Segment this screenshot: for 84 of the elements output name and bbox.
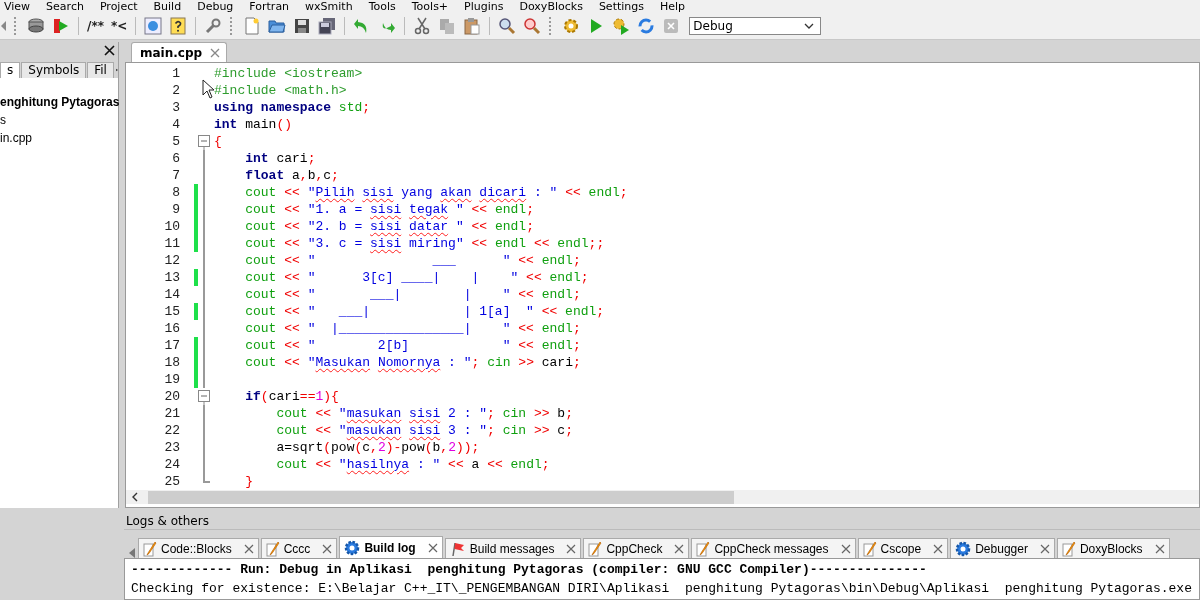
- menu-item[interactable]: DoxyBlocks: [519, 0, 583, 13]
- tree-item[interactable]: s: [0, 112, 6, 128]
- menu-item[interactable]: Project: [99, 0, 138, 13]
- line-number: 10: [163, 219, 180, 234]
- code-line: cout << "3. c = sisi miring" << endl << endl;;: [244, 235, 605, 252]
- menu-item[interactable]: Help: [660, 0, 686, 13]
- menu-item[interactable]: Build: [153, 0, 182, 13]
- line-number: 11: [163, 236, 180, 251]
- code-line: #include <iostream>: [214, 65, 363, 82]
- menu-item[interactable]: Search: [46, 0, 84, 13]
- line-number: 5: [171, 134, 180, 149]
- code-line: using namespace std;: [214, 99, 371, 116]
- code-line: cout << " ___| | 1[a] " << endl;: [244, 303, 605, 320]
- code-line: cout << "1. a = sisi tegak " << endl;: [244, 201, 534, 218]
- comment-button[interactable]: *<: [108, 15, 130, 37]
- log-line: Checking for existence: E:\Belajar C++_IT\_PENGEMBANGAN DIRI\Aplikasi penghitung Pytagoras\bin\Debug\Aplikasi penghitung Pytagoras.exe: [131, 581, 1193, 596]
- panel-title: Logs & others: [126, 514, 209, 528]
- code-line: a=sqrt(pow(c,2)-pow(b,2));: [275, 439, 480, 456]
- comment-button[interactable]: /**: [85, 15, 106, 37]
- log-tab[interactable]: Debugger: [950, 538, 1055, 558]
- line-number: 13: [163, 270, 180, 285]
- panel-tab[interactable]: Fil: [87, 62, 114, 78]
- log-tab[interactable]: Cscope: [857, 538, 949, 558]
- line-number: 2: [171, 83, 180, 98]
- code-line: }: [244, 473, 253, 490]
- menu-item[interactable]: View: [4, 0, 31, 13]
- line-number: 15: [163, 304, 180, 319]
- code-line: cout << " 3[c] ____| | " << endl;: [244, 269, 589, 286]
- menu-item[interactable]: Plugins: [464, 0, 504, 13]
- log-line: ------------- Run: Debug in Aplikasi penghitung Pytagoras (compiler: GNU GCC Compiler)---------------: [131, 562, 928, 577]
- line-number: 12: [163, 253, 180, 268]
- code-line: if(cari==1){: [244, 388, 339, 405]
- line-number: 22: [163, 423, 180, 438]
- log-tab[interactable]: Cccc: [260, 538, 338, 558]
- line-number: 3: [171, 100, 180, 115]
- code-line: float a,b,c;: [244, 167, 339, 184]
- line-number: 25: [163, 474, 180, 489]
- log-tab[interactable]: CppCheck: [583, 538, 690, 558]
- code-line: cout << "masukan sisi 2 : "; cin >> b;: [275, 405, 573, 422]
- log-tab[interactable]: Build messages: [444, 538, 582, 558]
- line-number: 14: [163, 287, 180, 302]
- menu-item[interactable]: Fortran: [249, 0, 290, 13]
- line-number: 18: [163, 355, 180, 370]
- code-line: int main(): [214, 116, 293, 133]
- code-line: cout << "hasilnya : " << a << endl;: [275, 456, 550, 473]
- log-tab[interactable]: CppCheck messages: [691, 538, 856, 558]
- log-tab[interactable]: Build log: [339, 536, 443, 558]
- line-number: 9: [171, 202, 180, 217]
- code-line: int cari;: [244, 150, 316, 167]
- code-line: cout << " ___| | " << endl;: [244, 286, 581, 303]
- panel-tab[interactable]: s: [0, 62, 21, 78]
- code-line: cout << "2. b = sisi datar " << endl;: [244, 218, 534, 235]
- line-number: 4: [171, 117, 180, 132]
- menu-item[interactable]: wxSmith: [305, 0, 353, 13]
- code-line: cout << "Masukan Nomornya : "; cin >> cari;: [244, 354, 581, 371]
- menu-item[interactable]: Tools+: [411, 0, 449, 13]
- line-number: 6: [171, 151, 180, 166]
- menu-item[interactable]: Settings: [598, 0, 644, 13]
- build-target-dropdown[interactable]: Debug: [689, 17, 822, 35]
- code-line: {: [214, 133, 222, 150]
- menu-item[interactable]: Debug: [197, 0, 234, 13]
- code-line: cout << " ___ " << endl;: [244, 252, 581, 269]
- code-line: cout << "Pilih sisi yang akan dicari : " << endl;: [244, 184, 628, 201]
- code-line: cout << " |________________| " << endl;: [244, 320, 581, 337]
- editor-tab[interactable]: main.cpp: [131, 42, 228, 62]
- menu-item[interactable]: Tools: [368, 0, 396, 13]
- tree-item[interactable]: in.cpp: [0, 130, 33, 146]
- line-number: 17: [163, 338, 180, 353]
- code-line: cout << " 2[b] " << endl;: [244, 337, 581, 354]
- code-line: cout << "masukan sisi 3 : "; cin >> c;: [275, 422, 573, 439]
- tree-item[interactable]: enghitung Pytagoras: [0, 94, 120, 110]
- log-tab[interactable]: DoxyBlocks: [1056, 538, 1170, 558]
- line-number: 23: [163, 440, 180, 455]
- line-number: 16: [163, 321, 180, 336]
- line-number: 1: [171, 66, 180, 81]
- log-tab[interactable]: Code::Blocks: [138, 538, 259, 558]
- line-number: 19: [163, 372, 180, 387]
- line-number: 7: [171, 168, 180, 183]
- panel-tab[interactable]: Symbols: [21, 62, 87, 78]
- code-line: #include <math.h>: [214, 82, 347, 99]
- line-number: 20: [163, 389, 180, 404]
- line-number: 21: [163, 406, 180, 421]
- line-number: 8: [171, 185, 180, 200]
- line-number: 24: [163, 457, 180, 472]
